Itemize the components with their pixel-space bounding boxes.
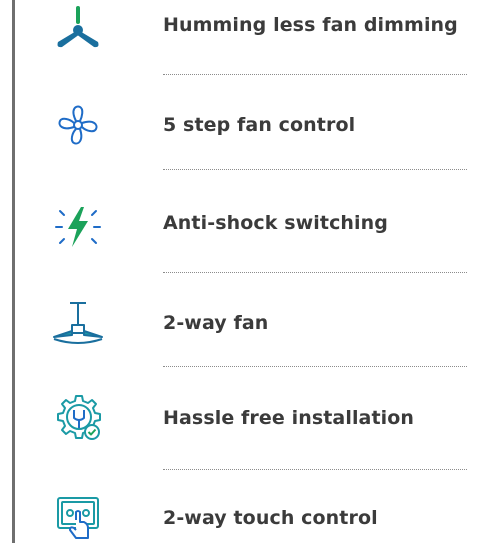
wrench-gear-icon [50,390,106,446]
divider [163,272,467,273]
feature-item-fan-dimming: Humming less fan dimming [0,0,477,60]
feature-item-step-control: 5 step fan control [0,97,477,157]
ceiling-fan-icon [50,2,106,58]
divider [163,366,467,367]
feature-label: Hassle free installation [163,407,415,429]
left-border-rule [12,0,15,543]
touch-panel-icon [50,492,106,548]
lightning-bolt-icon [50,199,106,255]
feature-label: Anti-shock switching [163,212,388,234]
divider [163,74,467,75]
feature-label: Humming less fan dimming [163,14,458,36]
divider [163,169,467,170]
divider [163,469,467,470]
feature-item-touch-control: 2-way touch control [0,490,477,550]
feature-label: 2-way fan [163,312,269,334]
feature-item-installation: Hassle free installation [0,390,477,450]
feature-item-two-way-fan: 2-way fan [0,295,477,355]
feature-label: 2-way touch control [163,507,378,529]
fan-side-view-icon [50,297,106,353]
fan-blades-icon [50,97,106,153]
feature-label: 5 step fan control [163,114,356,136]
feature-item-anti-shock: Anti-shock switching [0,195,477,255]
